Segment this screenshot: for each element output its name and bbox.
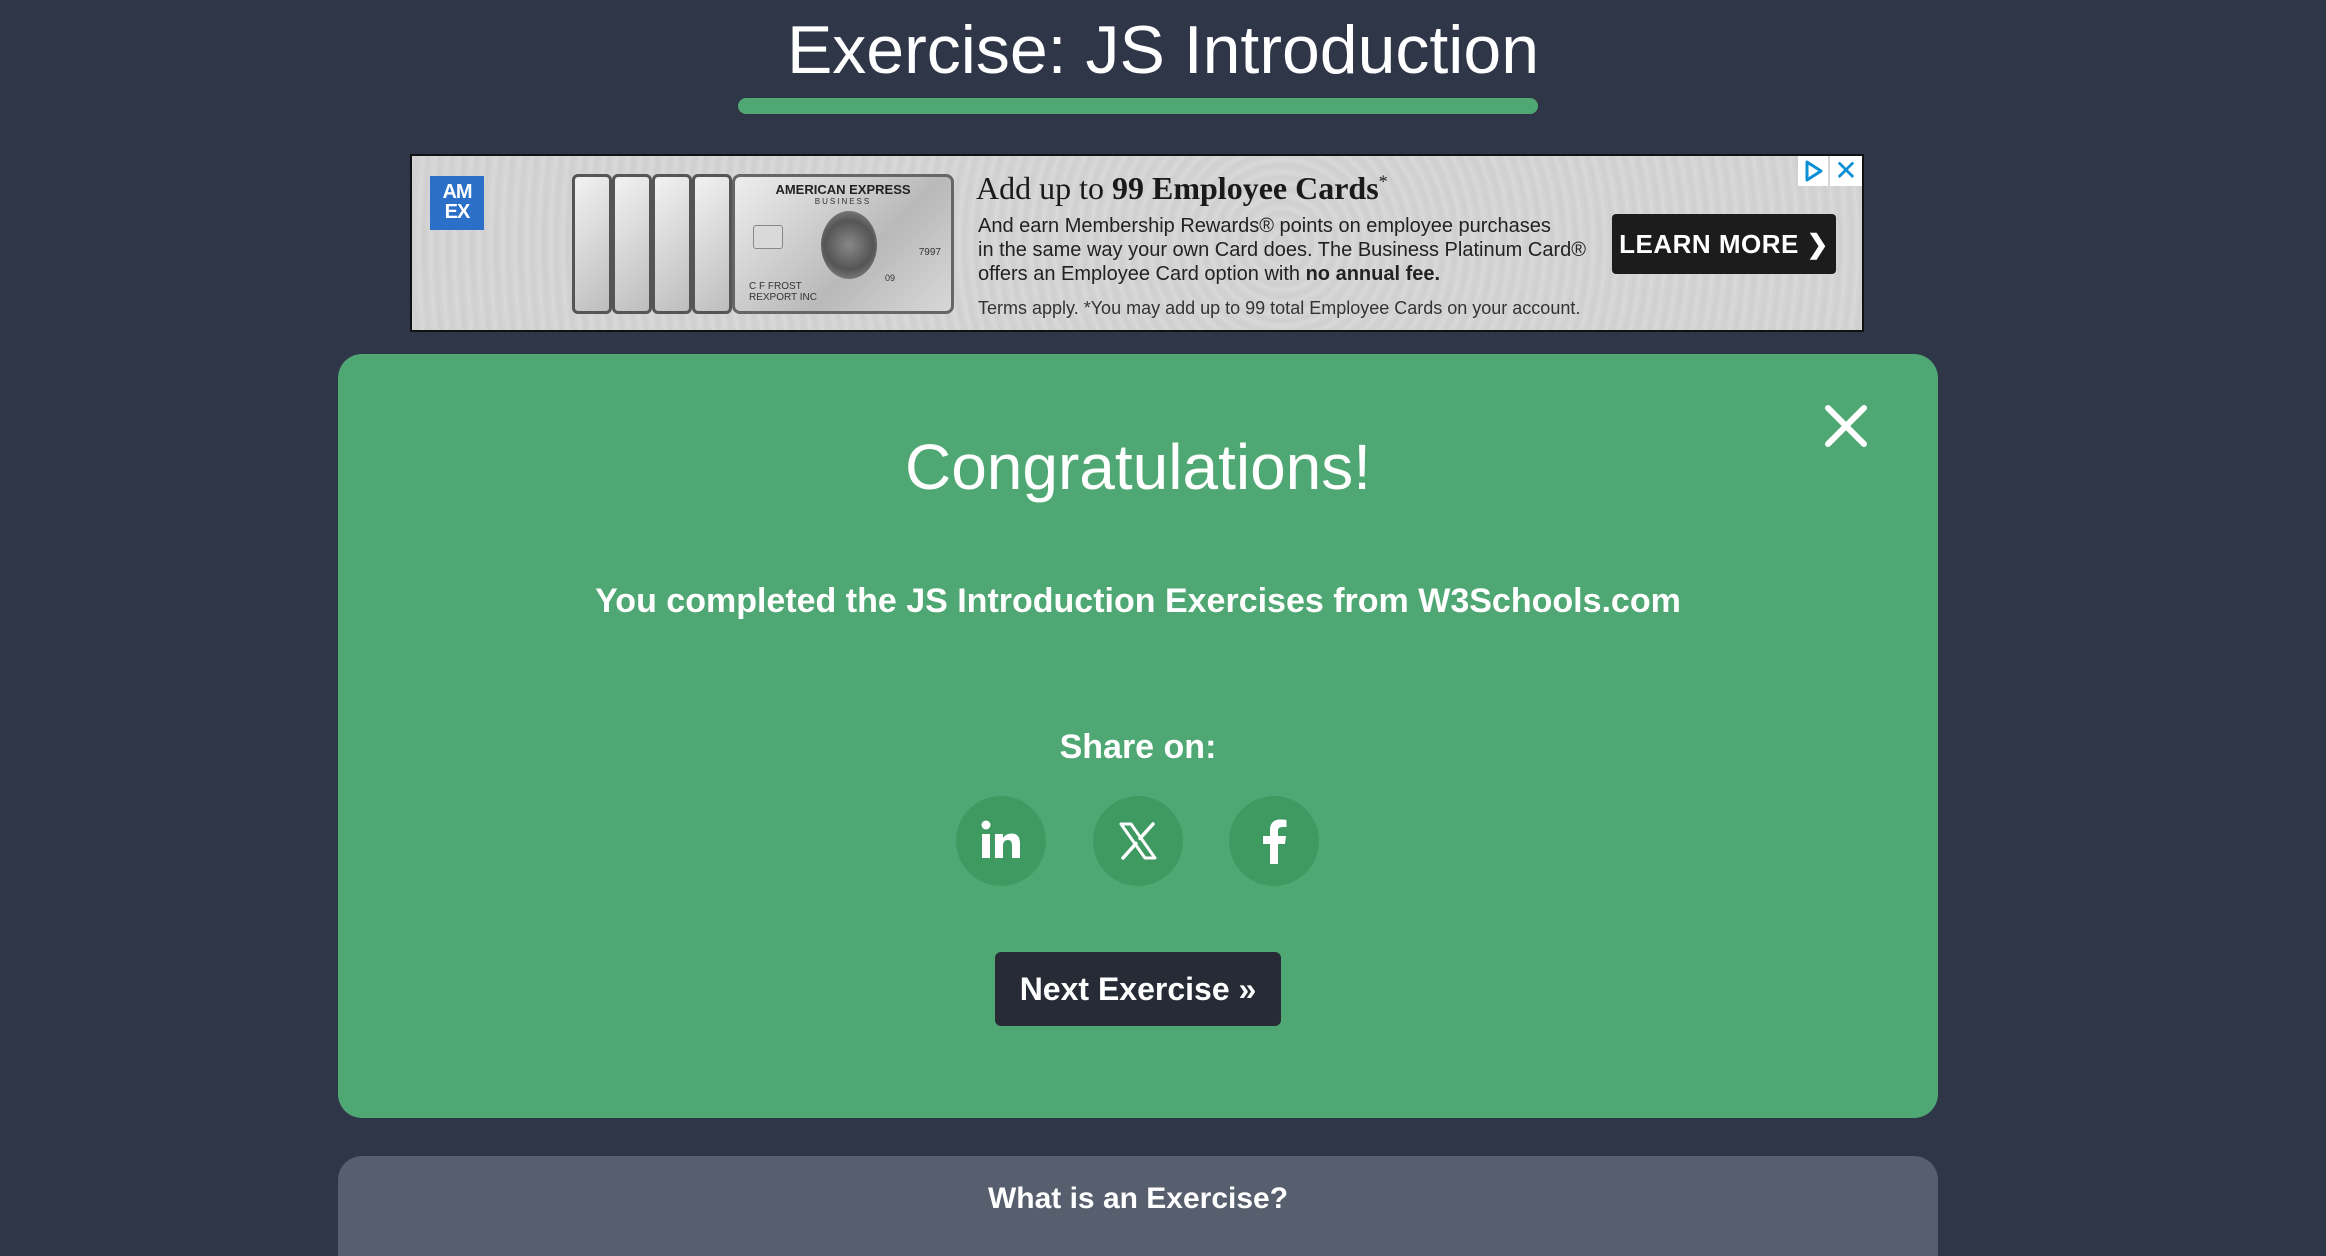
- amex-logo: AM EX: [430, 176, 484, 230]
- card-front: AMERICAN EXPRESS BUSINESS 7997 09 C F FR…: [732, 174, 954, 314]
- share-x-button[interactable]: [1093, 796, 1183, 886]
- share-linkedin-button[interactable]: [956, 796, 1046, 886]
- card-holder: C F FROST REXPORT INC: [749, 281, 817, 303]
- next-exercise-button[interactable]: Next Exercise »: [995, 952, 1281, 1026]
- ad-body-line1: And earn Membership Rewards® points on e…: [978, 215, 1551, 237]
- ad-headline-mark: *: [1378, 171, 1388, 192]
- ad-body-line3-prefix: offers an Employee Card option with: [978, 263, 1306, 285]
- page-title: Exercise: JS Introduction: [786, 12, 1540, 88]
- ad-body: And earn Membership Rewards® points on e…: [978, 214, 1618, 286]
- ad-body-line2: in the same way your own Card does. The …: [978, 239, 1586, 261]
- ad-close-icon[interactable]: ✕: [1830, 156, 1862, 186]
- ad-terms: Terms apply. *You may add up to 99 total…: [978, 298, 1581, 318]
- card-chip-icon: [753, 225, 783, 249]
- ad-headline: Add up to 99 Employee Cards*: [976, 170, 1388, 207]
- share-label: Share on:: [1059, 728, 1217, 766]
- info-title: What is an Exercise?: [987, 1182, 1289, 1215]
- card-expiry: 09: [885, 273, 896, 283]
- centurion-icon: [821, 211, 877, 279]
- info-panel: What is an Exercise?: [338, 1156, 1938, 1256]
- ad-headline-prefix: Add up to: [976, 170, 1112, 206]
- linkedin-icon: [981, 820, 1020, 858]
- card-back-1: [572, 174, 612, 314]
- adchoices-icon[interactable]: [1798, 156, 1828, 186]
- card-back-3: [652, 174, 692, 314]
- congrats-panel: Congratulations! You completed the JS In…: [338, 354, 1938, 1118]
- congrats-message: You completed the JS Introduction Exerci…: [595, 582, 1681, 620]
- card-number: 7997: [918, 247, 941, 258]
- facebook-icon: [1263, 819, 1287, 864]
- card-brand: AMERICAN EXPRESS: [775, 182, 911, 197]
- learn-more-button[interactable]: LEARN MORE ❯: [1612, 214, 1836, 274]
- ad-banner[interactable]: AM EX AMERICAN EXPRESS BUSINESS 7997 09 …: [410, 154, 1864, 332]
- card-holder-line2: REXPORT INC: [749, 292, 817, 303]
- amex-logo-line1: AM: [442, 181, 472, 203]
- ad-body-line3: offers an Employee Card option with no a…: [978, 262, 1618, 286]
- ad-headline-bold: 99 Employee Cards: [1112, 170, 1379, 206]
- card-sub: BUSINESS: [814, 197, 872, 206]
- congrats-title: Congratulations!: [904, 431, 1372, 503]
- card-back-2: [612, 174, 652, 314]
- ad-body-line3-bold: no annual fee.: [1305, 263, 1441, 285]
- share-facebook-button[interactable]: [1229, 796, 1319, 886]
- card-holder-line1: C F FROST: [749, 281, 802, 292]
- title-underline: [738, 98, 1538, 114]
- card-back-4: [692, 174, 732, 314]
- x-icon: [1119, 822, 1157, 860]
- amex-logo-line2: EX: [444, 201, 471, 223]
